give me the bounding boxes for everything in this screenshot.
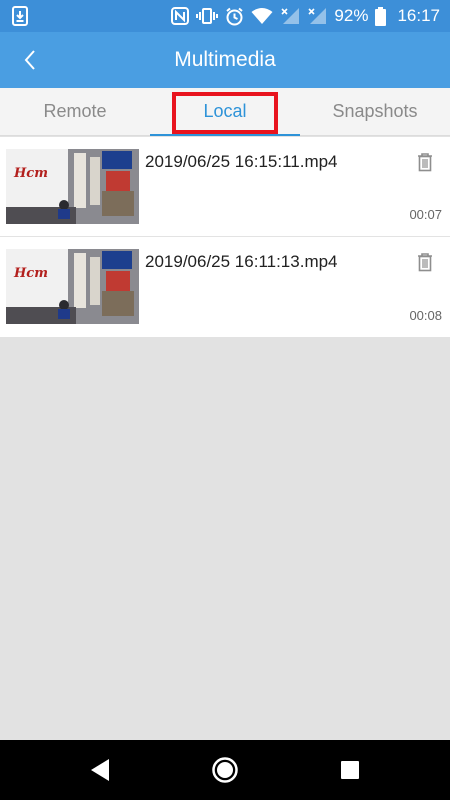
video-thumbnail[interactable]: Hcm xyxy=(6,249,139,324)
signal-2-icon xyxy=(308,8,327,24)
status-bar: 92% 16:17 xyxy=(0,0,450,32)
wifi-icon xyxy=(251,8,273,24)
svg-text:Hcm: Hcm xyxy=(13,166,48,181)
tab-remote[interactable]: Remote xyxy=(0,88,150,135)
video-duration: 00:08 xyxy=(409,308,442,323)
nav-recents-button[interactable] xyxy=(332,752,368,788)
alarm-icon xyxy=(226,7,244,25)
tab-snapshots[interactable]: Snapshots xyxy=(300,88,450,135)
video-duration: 00:07 xyxy=(409,207,442,222)
nav-home-button[interactable] xyxy=(207,752,243,788)
tab-local[interactable]: Local xyxy=(150,88,300,136)
nfc-icon xyxy=(171,7,190,25)
trash-icon[interactable] xyxy=(414,251,436,273)
clock: 16:17 xyxy=(397,6,440,25)
svg-text:Hcm: Hcm xyxy=(13,266,48,281)
download-notification-icon xyxy=(12,6,28,26)
vibrate-icon xyxy=(196,8,219,24)
page-title: Multimedia xyxy=(174,48,276,71)
home-circle-icon xyxy=(212,757,238,783)
list-item[interactable]: Hcm 2019/06/25 16:11:13.mp4 00:08 xyxy=(0,237,450,337)
signal-1-icon xyxy=(281,8,300,24)
recents-square-icon xyxy=(341,761,359,779)
video-thumbnail[interactable]: Hcm xyxy=(6,149,139,224)
tab-bar: Remote Local Snapshots xyxy=(0,88,450,136)
system-nav-bar xyxy=(0,740,450,800)
back-triangle-icon xyxy=(91,759,109,781)
app-header: Multimedia xyxy=(0,32,450,88)
nav-back-button[interactable] xyxy=(82,752,118,788)
file-name: 2019/06/25 16:15:11.mp4 xyxy=(145,152,338,171)
file-list: Hcm 2019/06/25 16:15:11.mp4 00:07 Hcm 20… xyxy=(0,137,450,337)
trash-icon[interactable] xyxy=(414,151,436,173)
battery-percent: 92% xyxy=(334,6,369,25)
file-name: 2019/06/25 16:11:13.mp4 xyxy=(145,252,338,271)
battery-icon xyxy=(375,6,387,26)
list-item[interactable]: Hcm 2019/06/25 16:15:11.mp4 00:07 xyxy=(0,137,450,237)
